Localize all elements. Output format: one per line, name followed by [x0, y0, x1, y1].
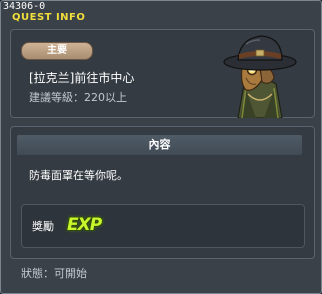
content-section-header: 內容 [17, 135, 302, 155]
quest-type-badge: 主要 [21, 42, 93, 60]
quest-name: [拉克兰]前往市中心 [29, 71, 135, 85]
quest-description: 防毒面罩在等你呢。 [29, 169, 128, 182]
reward-label: 獎勵 [32, 220, 54, 233]
reward-box: 獎勵 EXP [21, 204, 305, 248]
window-title: QUEST INFO [12, 12, 86, 23]
quest-level-requirement: 建議等級：220以上 [29, 91, 127, 104]
quest-id: 34306-0 [3, 1, 46, 12]
exp-reward-icon: EXP [67, 215, 102, 235]
npc-portrait-icon [223, 35, 297, 118]
quest-header-panel: 主要 [拉克兰]前往市中心 建議等級：220以上 [10, 29, 315, 118]
quest-info-window: 34306-0 QUEST INFO 主要 [拉克兰]前往市中心 建議等級：22… [0, 0, 322, 294]
quest-content-panel: 內容 防毒面罩在等你呢。 獎勵 EXP [10, 126, 315, 259]
quest-status: 狀態：可開始 [21, 267, 87, 280]
